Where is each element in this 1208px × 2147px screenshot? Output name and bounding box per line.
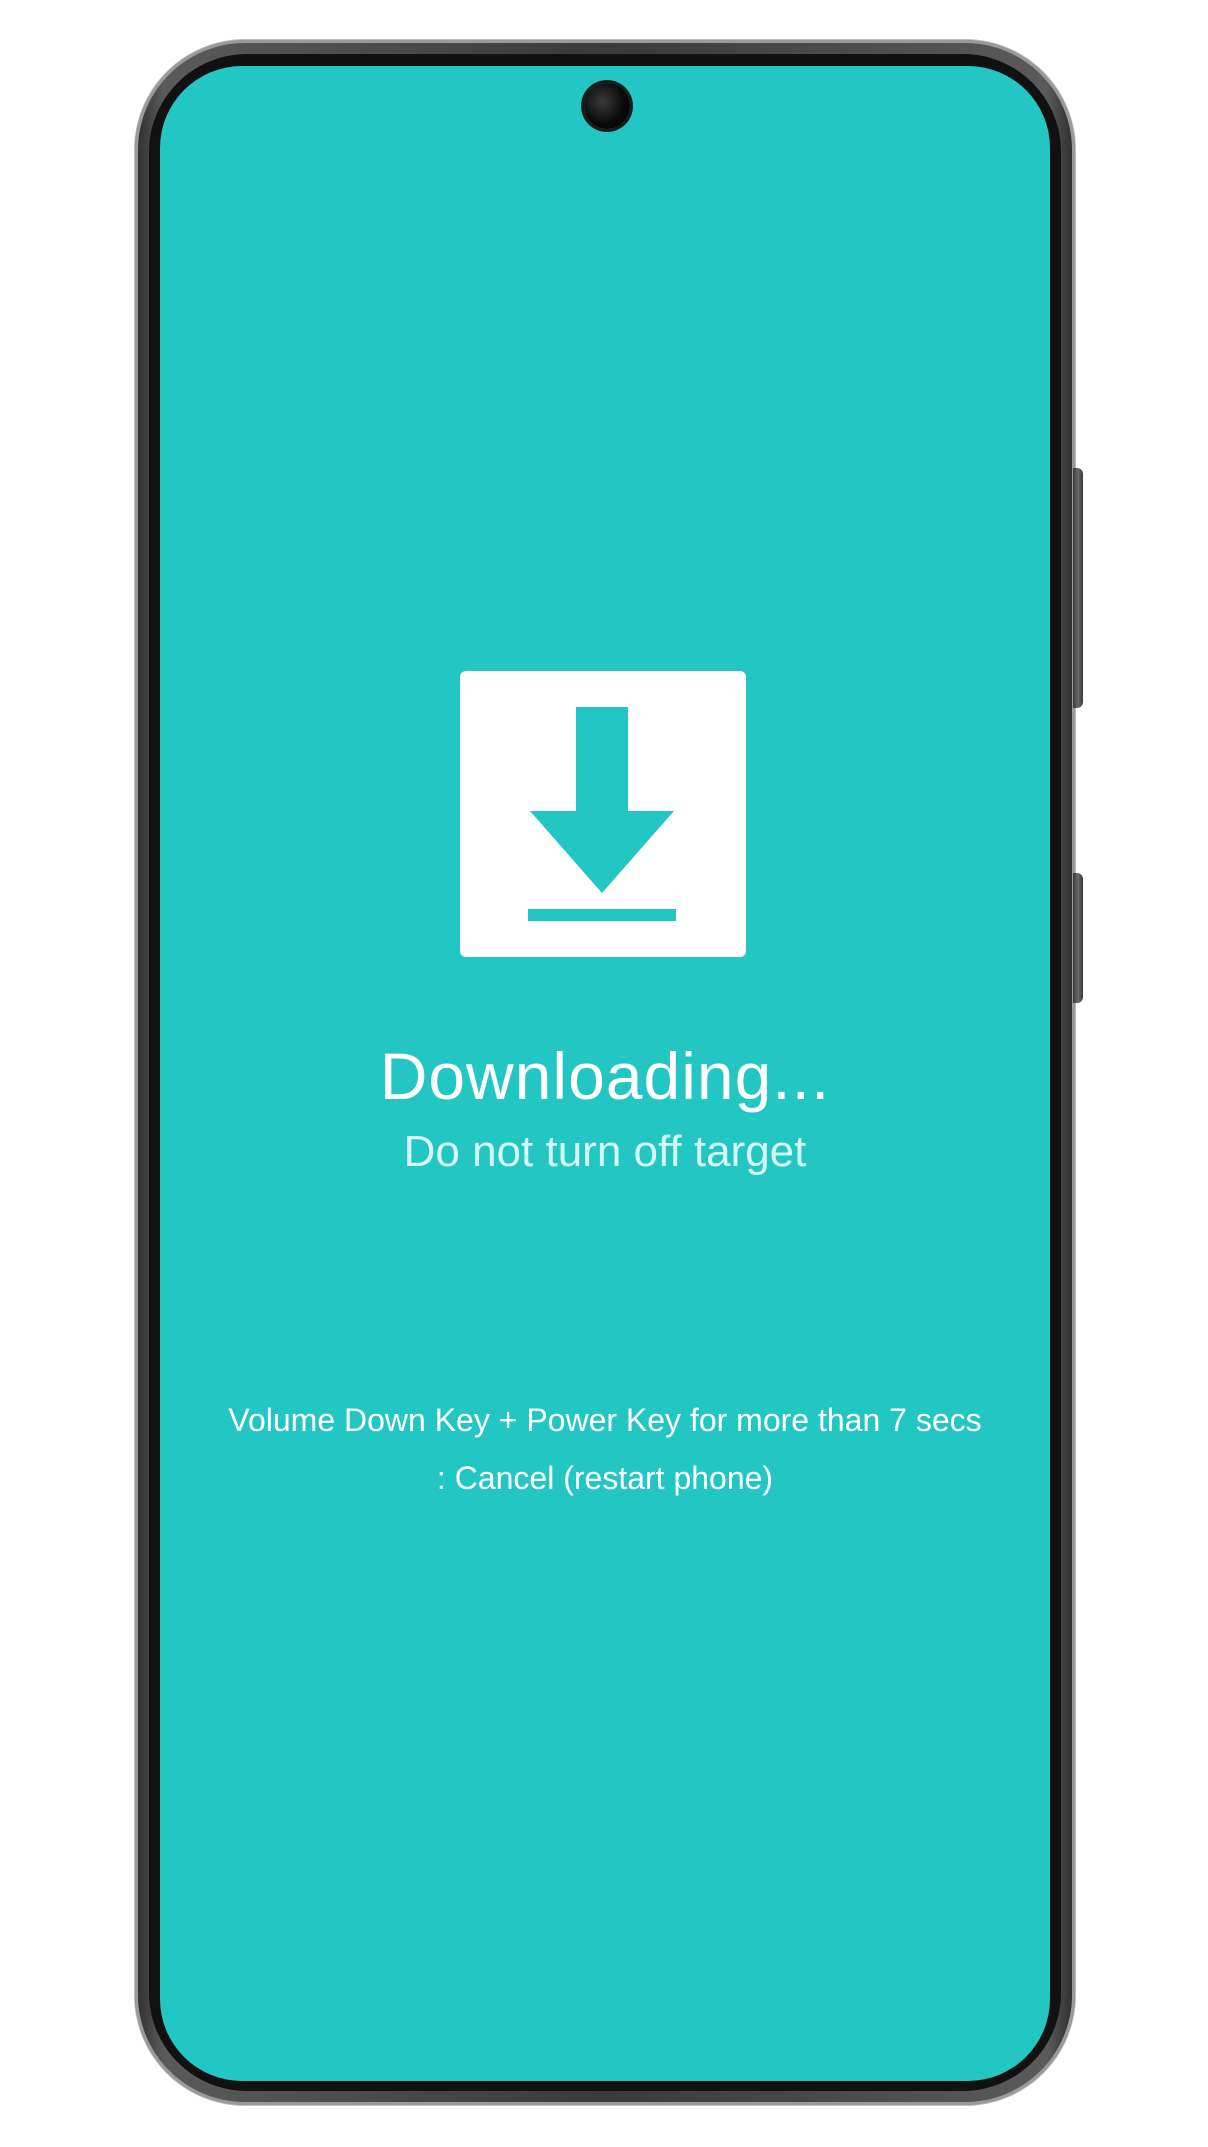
downloading-title: Downloading... [379,1039,831,1113]
arrow-baseline [528,909,676,921]
arrow-head [530,811,674,893]
page: Downloading... Do not turn off target Vo… [0,0,1208,2147]
instruction-line-1: Volume Down Key + Power Key for more tha… [228,1402,982,1438]
do-not-turn-off-subtitle: Do not turn off target [403,1127,807,1176]
download-mode-screen: Downloading... Do not turn off target Vo… [160,66,1050,2081]
front-camera [584,83,630,129]
power-button[interactable] [1073,873,1083,1003]
volume-button[interactable] [1073,468,1083,708]
download-arrow-icon [460,671,746,957]
arrow-shaft [576,707,628,815]
instruction-line-2: : Cancel (restart phone) [436,1460,774,1496]
download-arrow-svg [528,707,676,921]
cancel-instructions: Volume Down Key + Power Key for more tha… [160,1391,1050,1507]
